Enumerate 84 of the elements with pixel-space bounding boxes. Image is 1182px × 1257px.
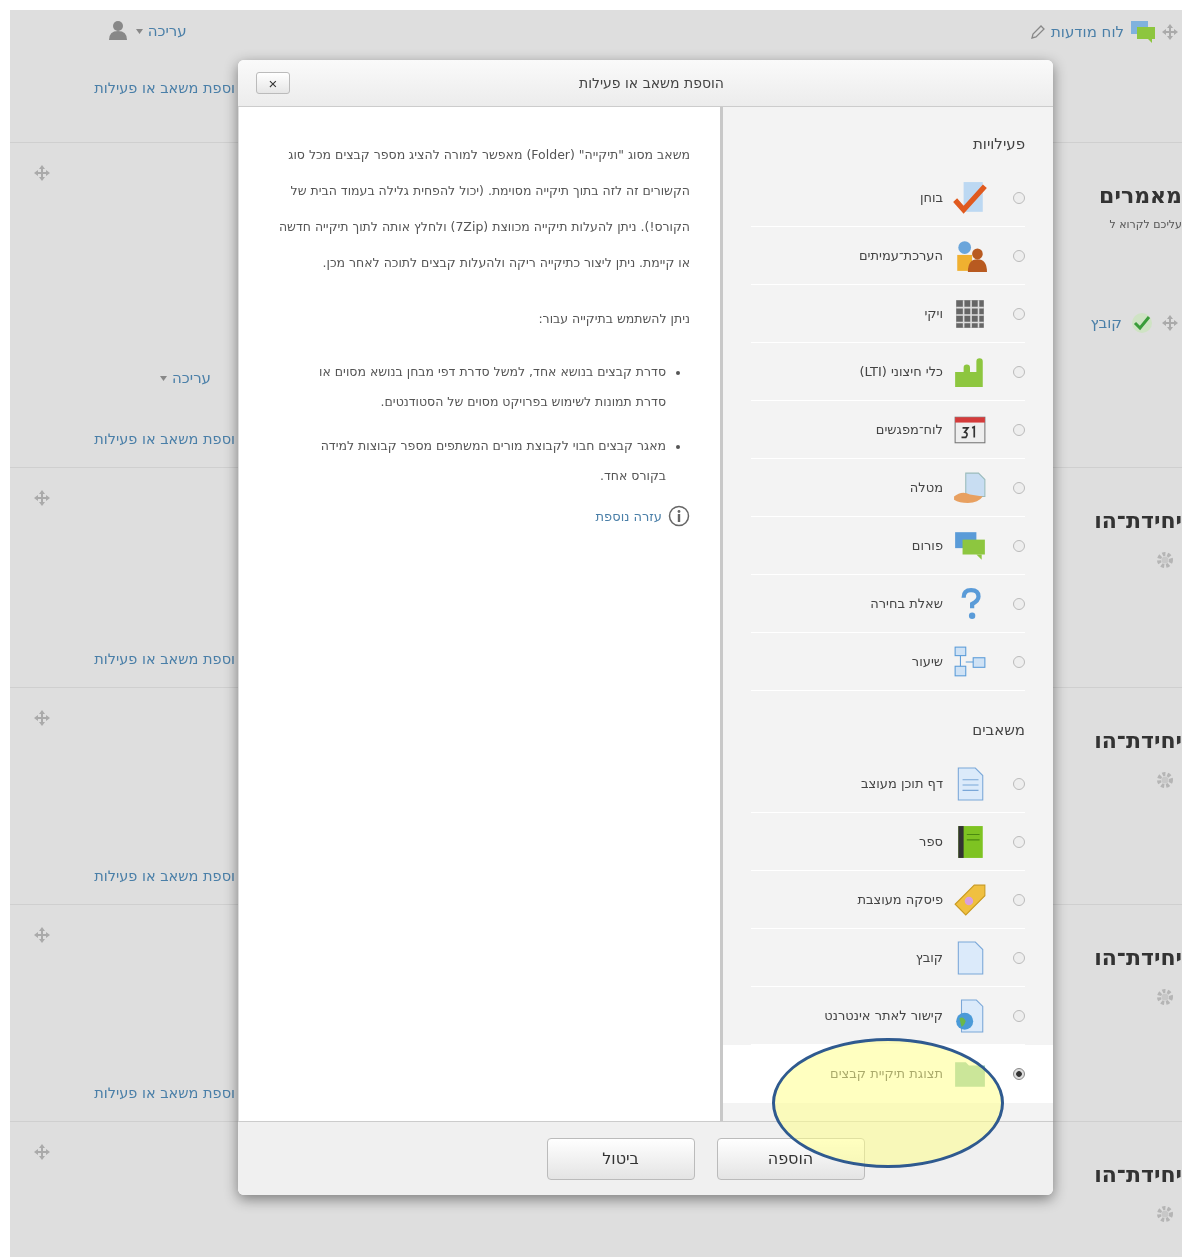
- dialog-title: הוספת משאב או פעילות: [578, 75, 725, 91]
- option-label: בוחן: [919, 190, 943, 205]
- check-document-icon: [1130, 311, 1154, 335]
- group-heading: משאבים: [971, 721, 1026, 741]
- option-label: פיסקה מעוצבת: [857, 892, 943, 907]
- module-option[interactable]: פורום: [751, 517, 1025, 575]
- move-icon[interactable]: [1162, 315, 1178, 331]
- cancel-button[interactable]: ביטול: [546, 1137, 695, 1180]
- radio-button[interactable]: [1013, 893, 1025, 906]
- module-option[interactable]: שאלת בחירה: [751, 575, 1025, 633]
- bullet-dot: [676, 371, 680, 375]
- radio-button[interactable]: [1013, 1067, 1025, 1080]
- radio-button[interactable]: [1013, 951, 1025, 964]
- gear-icon[interactable]: [1156, 771, 1174, 789]
- module-option[interactable]: בוחן: [751, 169, 1025, 227]
- section-heading: יחידת־הו: [1094, 945, 1182, 970]
- move-icon[interactable]: [34, 927, 50, 943]
- section-heading: יחידת־הו: [1094, 1162, 1182, 1187]
- gear-icon[interactable]: [1156, 551, 1174, 569]
- hand-document-icon: [953, 470, 987, 505]
- chat-bubbles-icon: [1130, 20, 1156, 44]
- radio-button[interactable]: [1013, 307, 1025, 320]
- option-label: הערכת־עמיתים: [858, 248, 943, 263]
- user-icon: [108, 20, 128, 40]
- caret-icon: [160, 376, 168, 381]
- module-option[interactable]: דף תוכן מעוצב: [751, 755, 1025, 813]
- module-option[interactable]: ויקי: [751, 285, 1025, 343]
- option-label: כלי חיצוני (LTI): [859, 364, 943, 379]
- module-option[interactable]: לוח־מפגשים: [751, 401, 1025, 459]
- option-label: פורום: [911, 538, 943, 553]
- move-icon[interactable]: [34, 490, 50, 506]
- help-paragraph: משאב מסוג "תיקייה" (Folder) מאפשר למורה להציג מספר קבצים מכל סוג הקשורים זה לזה בתוך תיקייה מסוימת. (יכול להפחית גלילה בעמוד הבית של הקורס!). ניתן להעלות תיקייה מכווצת (7Zip) ולחלץ אותה לתוך תיקייה חדשה או קיימת. ניתן ליצור כתיקייה ריקה ולהעלות קבצים לתוכה לאחר מכן.: [277, 146, 690, 272]
- gear-icon[interactable]: [1156, 1205, 1174, 1223]
- section-heading: יחידת־הו: [1094, 508, 1182, 533]
- module-option[interactable]: ספר: [751, 813, 1025, 871]
- radio-button[interactable]: [1013, 777, 1025, 790]
- option-label: ספר: [919, 834, 943, 849]
- option-label: דף תוכן מעוצב: [861, 776, 943, 791]
- help-paragraph: ניתן להשתמש בתיקייה עבור:: [537, 310, 690, 328]
- module-option[interactable]: הערכת־עמיתים: [751, 227, 1025, 285]
- option-label: תצוגת תיקיית קבצים: [830, 1066, 943, 1081]
- option-label: קישור לאתר אינטרנט: [824, 1008, 943, 1023]
- option-label: לוח־מפגשים: [875, 422, 943, 437]
- radio-button[interactable]: [1013, 655, 1025, 668]
- section-heading: מאמרים: [1099, 183, 1182, 208]
- move-icon[interactable]: [34, 165, 50, 181]
- close-button[interactable]: ×: [256, 72, 290, 94]
- caret-icon: [136, 29, 143, 34]
- radio-button[interactable]: [1013, 423, 1025, 436]
- info-icon: [668, 505, 690, 527]
- tag-icon: [953, 882, 987, 917]
- radio-button[interactable]: [1013, 249, 1025, 262]
- add-button[interactable]: הוספה: [716, 1137, 865, 1180]
- section-heading: יחידת־הו: [1094, 728, 1182, 753]
- module-option[interactable]: שיעור: [751, 633, 1025, 691]
- section-summary: עליכם לקרוא ל: [1109, 218, 1182, 231]
- option-label: קובץ: [915, 950, 943, 965]
- module-option[interactable]: כלי חיצוני (LTI): [751, 343, 1025, 401]
- gear-icon[interactable]: [1156, 988, 1174, 1006]
- move-icon[interactable]: [34, 710, 50, 726]
- radio-button[interactable]: [1013, 597, 1025, 610]
- radio-button[interactable]: [1013, 835, 1025, 848]
- module-option[interactable]: קובץ: [751, 929, 1025, 987]
- radio-button[interactable]: [1013, 481, 1025, 494]
- more-help-link[interactable]: עזרה נוספת: [595, 508, 662, 524]
- help-list-item: סדרת קבצים בנושא אחד, למשל סדרת דפי מבחן בנושא מסוים או סדרת תמונות לשימוש בפרויקט מסוים של הסטודנטים.: [318, 363, 666, 411]
- bullet-dot: [676, 445, 680, 449]
- option-label: שיעור: [911, 654, 943, 669]
- radio-button[interactable]: [1013, 191, 1025, 204]
- group-heading: פעילויות: [971, 135, 1026, 155]
- module-option[interactable]: מטלה: [751, 459, 1025, 517]
- option-label: מטלה: [909, 480, 943, 495]
- radio-button[interactable]: [1013, 1009, 1025, 1022]
- move-icon[interactable]: [34, 1144, 50, 1160]
- module-option[interactable]: פיסקה מעוצבת: [751, 871, 1025, 929]
- move-icon[interactable]: [1162, 24, 1178, 40]
- radio-button[interactable]: [1013, 365, 1025, 378]
- flowchart-icon: [953, 644, 987, 679]
- checkmark-icon: [953, 180, 987, 215]
- option-label: שאלת בחירה: [870, 596, 943, 611]
- option-label: ויקי: [924, 306, 943, 321]
- help-list-item: מאגר קבצים חבוי לקבוצת מורים המשתפים מספר קבוצות למידה בקורס אחד.: [319, 437, 666, 485]
- pencil-icon[interactable]: [1031, 25, 1045, 39]
- radio-button[interactable]: [1013, 539, 1025, 552]
